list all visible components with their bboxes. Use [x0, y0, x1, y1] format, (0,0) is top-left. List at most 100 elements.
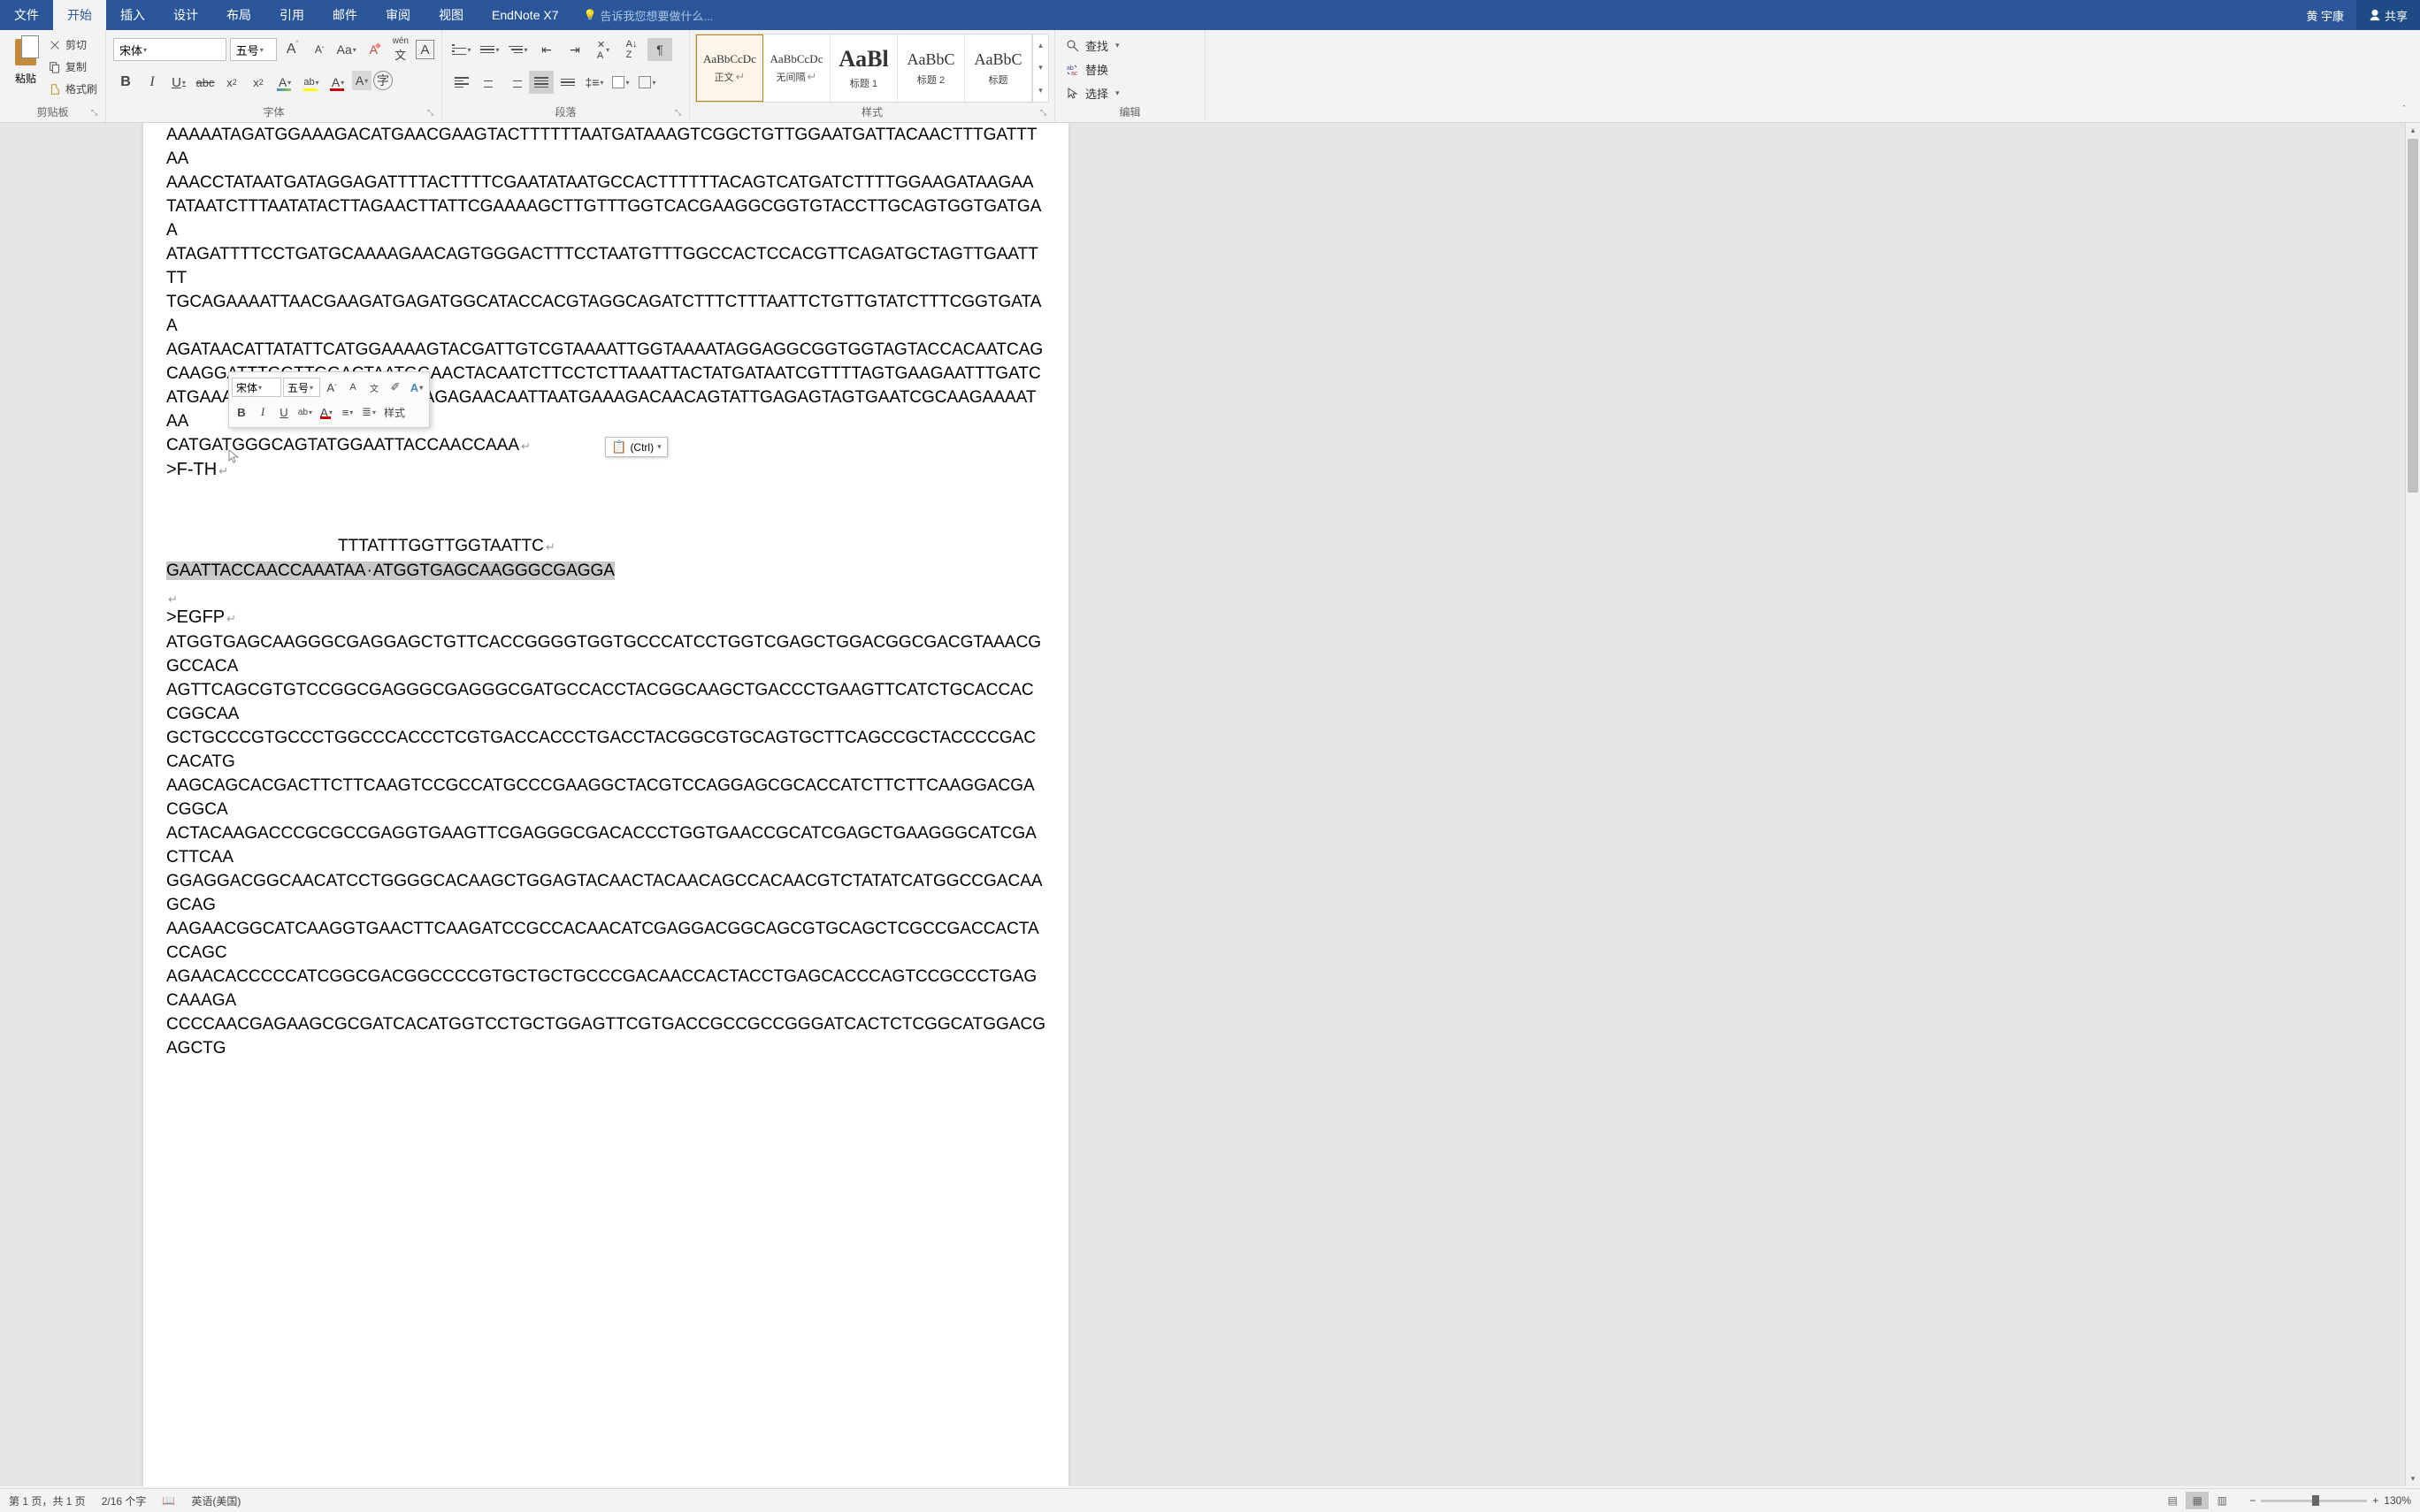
mini-phonetic[interactable]: 文	[364, 378, 384, 397]
mini-shrink-font[interactable]: A	[343, 378, 363, 397]
tab-home[interactable]: 开始	[53, 0, 106, 30]
distributed-button[interactable]	[555, 71, 580, 94]
tab-view[interactable]: 视图	[425, 0, 478, 30]
font-name-dropdown[interactable]: 宋体	[113, 38, 226, 61]
tell-me-search[interactable]: 告诉我您想要做什么...	[584, 7, 714, 24]
strikethrough-button[interactable]: abc	[193, 71, 218, 94]
multilevel-list-button[interactable]	[506, 38, 531, 61]
clipboard-expand-icon[interactable]: ⤡	[91, 108, 102, 118]
cut-button[interactable]: 剪切	[46, 35, 99, 54]
font-expand-icon[interactable]: ⤡	[427, 108, 438, 118]
mini-italic[interactable]: I	[253, 402, 272, 422]
zoom-in-button[interactable]: +	[2372, 1494, 2378, 1507]
bold-button[interactable]: B	[113, 71, 138, 94]
mini-underline[interactable]: U	[274, 402, 294, 422]
justify-button[interactable]	[529, 71, 554, 94]
tab-references[interactable]: 引用	[265, 0, 318, 30]
mini-font-name[interactable]: 宋体	[232, 378, 281, 397]
line-spacing-button[interactable]: ‡≡	[582, 71, 607, 94]
bullets-button[interactable]	[449, 38, 474, 61]
shrink-font-button[interactable]: Aˇ	[308, 38, 332, 61]
scroll-up-icon[interactable]: ▴	[2406, 123, 2420, 138]
share-button[interactable]: 共享	[2356, 0, 2420, 30]
align-left-button[interactable]	[449, 71, 474, 94]
phonetic-guide-button[interactable]: wén文	[389, 38, 413, 61]
mini-numbering[interactable]: ≣	[359, 402, 379, 422]
mini-highlight[interactable]: ab	[295, 402, 315, 422]
find-button[interactable]: 查找▾	[1064, 34, 1196, 57]
italic-button[interactable]: I	[140, 71, 165, 94]
web-layout-button[interactable]: ▥	[2210, 1492, 2233, 1509]
style-nospacing[interactable]: AaBbCcDc无间隔	[763, 34, 831, 102]
subscript-button[interactable]: x2	[219, 71, 244, 94]
sort-button[interactable]: A↓Z	[619, 38, 644, 61]
mini-bullets[interactable]: ≡	[338, 402, 357, 422]
replace-button[interactable]: abac替换	[1064, 57, 1196, 81]
clear-format-button[interactable]: A◆	[362, 38, 386, 61]
change-case-button[interactable]: Aa	[334, 38, 358, 61]
underline-button[interactable]: U	[166, 71, 191, 94]
collapse-ribbon-button[interactable]: ˆ	[2402, 104, 2416, 118]
tab-design[interactable]: 设计	[159, 0, 212, 30]
char-shading-button[interactable]: A	[352, 71, 371, 90]
read-mode-button[interactable]: ▤	[2161, 1492, 2184, 1509]
decrease-indent-button[interactable]: ⇤	[534, 38, 559, 61]
zoom-out-button[interactable]: −	[2249, 1494, 2255, 1507]
tab-review[interactable]: 审阅	[371, 0, 425, 30]
status-proofing-icon[interactable]: 📖	[162, 1494, 175, 1507]
style-normal[interactable]: AaBbCcDc正文	[696, 34, 763, 102]
char-border-button[interactable]: A	[416, 40, 434, 59]
style-h1[interactable]: AaBl标题 1	[831, 34, 898, 102]
paste-button[interactable]: 粘贴	[7, 34, 44, 88]
paragraph-expand-icon[interactable]: ⤡	[675, 108, 685, 118]
superscript-button[interactable]: x2	[246, 71, 271, 94]
zoom-level[interactable]: 130%	[2384, 1494, 2411, 1507]
shading-button[interactable]	[609, 71, 633, 94]
print-layout-button[interactable]: ▦	[2186, 1492, 2209, 1509]
tab-layout[interactable]: 布局	[212, 0, 265, 30]
status-language[interactable]: 英语(美国)	[191, 1493, 241, 1508]
highlight-button[interactable]: ab	[299, 71, 324, 94]
tab-mailings[interactable]: 邮件	[318, 0, 371, 30]
scroll-thumb[interactable]	[2408, 139, 2418, 493]
tab-insert[interactable]: 插入	[106, 0, 159, 30]
text-direction-button[interactable]: ✕A	[591, 38, 616, 61]
style-h2[interactable]: AaBbC标题 2	[898, 34, 965, 102]
increase-indent-button[interactable]: ⇥	[563, 38, 587, 61]
borders-button[interactable]	[635, 71, 660, 94]
text-effects-button[interactable]: A	[272, 71, 297, 94]
mini-format-painter[interactable]: ✐	[386, 378, 405, 397]
status-words[interactable]: 2/16 个字	[102, 1493, 147, 1508]
scroll-down-icon[interactable]: ▾	[2406, 1471, 2420, 1486]
mini-font-color[interactable]: A	[317, 402, 336, 422]
mini-styles[interactable]: 样式	[380, 402, 409, 422]
align-right-button[interactable]	[502, 71, 527, 94]
tab-file[interactable]: 文件	[0, 0, 53, 30]
vertical-scrollbar[interactable]: ▴ ▾	[2405, 123, 2420, 1486]
grow-font-button[interactable]: Aˆ	[280, 38, 304, 61]
style-gallery-scroll[interactable]: ▴▾▾	[1032, 34, 1048, 102]
font-color-button[interactable]: A	[325, 71, 350, 94]
zoom-thumb[interactable]	[2312, 1495, 2319, 1506]
font-size-dropdown[interactable]: 五号	[230, 38, 278, 61]
enclose-char-button[interactable]: 字	[373, 71, 393, 90]
zoom-slider[interactable]	[2261, 1500, 2367, 1502]
select-button[interactable]: 选择▾	[1064, 81, 1196, 105]
show-marks-button[interactable]: ¶	[647, 38, 672, 61]
status-page[interactable]: 第 1 页，共 1 页	[9, 1493, 86, 1508]
mini-grow-font[interactable]: Aˆ	[322, 378, 341, 397]
numbering-button[interactable]	[478, 38, 502, 61]
mini-font-size[interactable]: 五号	[283, 378, 320, 397]
mini-bold[interactable]: B	[232, 402, 251, 422]
mini-clear[interactable]: A	[407, 378, 426, 397]
styles-expand-icon[interactable]: ⤡	[1040, 108, 1051, 118]
style-title[interactable]: AaBbC标题	[965, 34, 1032, 102]
format-painter-button[interactable]: 格式刷	[46, 80, 99, 98]
paste-options-button[interactable]: (Ctrl)	[605, 437, 668, 457]
selected-text[interactable]: GAATTACCAACCAAATAA·ATGGTGAGCAAGGGCGAGGA	[166, 561, 615, 580]
tab-endnote[interactable]: EndNote X7	[478, 0, 573, 30]
user-name[interactable]: 黄 宇康	[2294, 7, 2356, 24]
document-body[interactable]: AAAAATAGATGGAAAGACATGAACGAAGTACTTTTTTAAT…	[143, 123, 1068, 1060]
copy-button[interactable]: 复制	[46, 57, 99, 76]
align-center-button[interactable]	[476, 71, 501, 94]
